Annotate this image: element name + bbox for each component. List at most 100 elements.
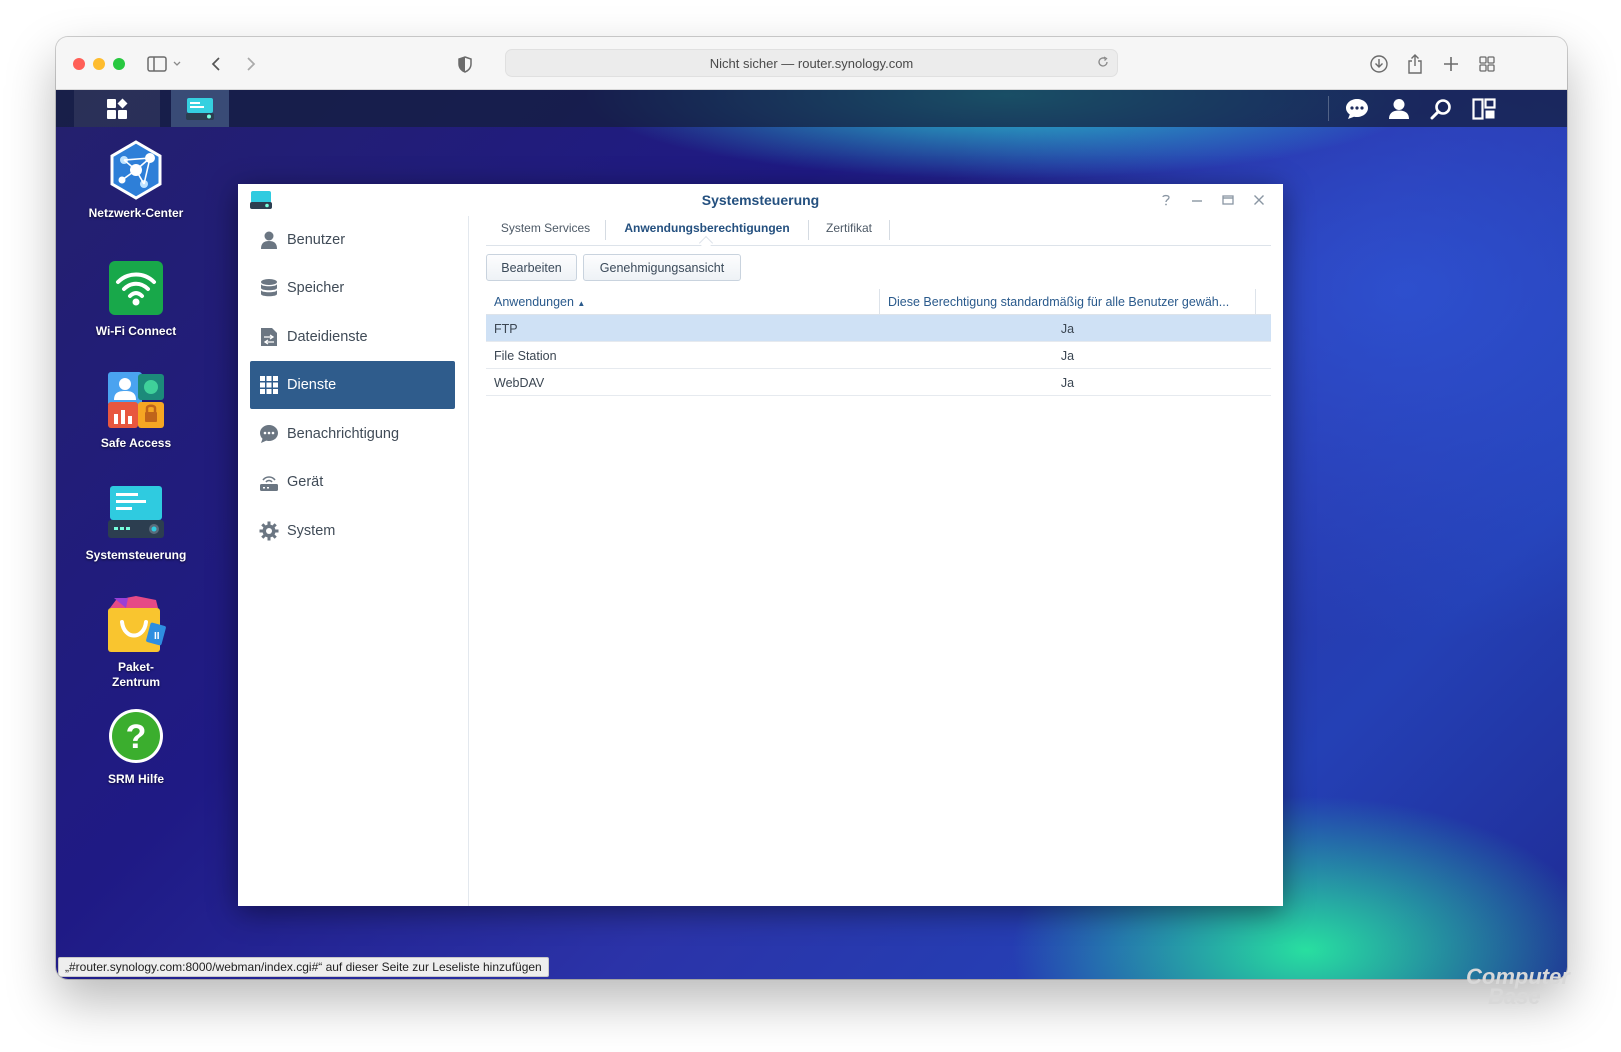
table-cell-app: WebDAV xyxy=(494,376,545,390)
sidebar-item-dateidienste[interactable]: Dateidienste xyxy=(250,313,455,361)
column-separator[interactable] xyxy=(1255,289,1256,315)
desktop-icon-srm-help[interactable]: ? SRM Hilfe xyxy=(76,706,196,787)
table-row[interactable]: WebDAV Ja xyxy=(486,369,1271,396)
chat-icon[interactable] xyxy=(1342,94,1372,124)
address-bar-text: Nicht sicher — router.synology.com xyxy=(709,55,914,71)
desktop-icon-label: Safe Access xyxy=(100,436,172,450)
sort-ascending-icon: ▲ xyxy=(577,299,586,308)
sidebar-item-dienste[interactable]: Dienste xyxy=(250,361,455,409)
browser-status-bar: „#router.synology.com:8000/webman/index.… xyxy=(58,957,549,977)
table-cell-value: Ja xyxy=(1060,376,1075,390)
desktop-icon-wifi-connect[interactable]: Wi-Fi Connect xyxy=(76,258,196,339)
safe-access-icon xyxy=(106,370,166,430)
sidebar-item-geraet[interactable]: Gerät xyxy=(250,458,455,506)
permission-view-button[interactable]: Genehmigungsansicht xyxy=(583,254,741,281)
desktop-icon-label: Paket- Zentrum xyxy=(112,660,160,689)
sidebar: Benutzer Speicher Dateidienste Dienste B… xyxy=(238,216,469,906)
file-services-icon xyxy=(258,326,280,348)
column-separator[interactable] xyxy=(879,289,880,315)
sidebar-item-label: Dienste xyxy=(287,377,337,393)
svg-text:?: ? xyxy=(126,718,147,756)
notification-icon xyxy=(258,423,280,445)
desktop-icon-control-panel[interactable]: Systemsteuerung xyxy=(76,482,196,563)
taskbar-control-panel-button[interactable] xyxy=(171,90,229,127)
sidebar-item-label: Speicher xyxy=(287,280,345,296)
maximize-button[interactable] xyxy=(1218,190,1238,210)
table-cell-value: Ja xyxy=(1060,349,1075,363)
package-center-icon: II xyxy=(106,594,166,654)
table-row[interactable]: FTP Ja xyxy=(486,315,1271,342)
tab-system-services[interactable]: System Services xyxy=(486,216,605,245)
chevron-down-icon[interactable] xyxy=(170,51,184,77)
sidebar-item-label: Benutzer xyxy=(287,232,346,248)
router-icon xyxy=(258,471,280,493)
column-header-default-permission[interactable]: Diese Berechtigung standardmäßig für all… xyxy=(888,295,1229,309)
table-cell-app: File Station xyxy=(494,349,557,363)
tab-zertifikat[interactable]: Zertifikat xyxy=(809,216,889,245)
table-header: Anwendungen ▲ Diese Berechtigung standar… xyxy=(486,289,1271,315)
close-window-button[interactable] xyxy=(73,58,85,70)
edit-button[interactable]: Bearbeiten xyxy=(486,254,577,281)
gear-icon xyxy=(258,520,280,542)
sidebar-item-system[interactable]: System xyxy=(250,507,455,555)
user-icon xyxy=(258,229,280,251)
close-button[interactable] xyxy=(1249,190,1269,210)
reload-icon[interactable] xyxy=(1097,56,1109,71)
share-icon[interactable] xyxy=(1402,51,1428,77)
svg-text:II: II xyxy=(154,631,160,642)
main-menu-button[interactable] xyxy=(74,90,160,127)
main-menu-icon xyxy=(107,98,128,119)
maximize-icon xyxy=(1222,195,1234,205)
minimize-button[interactable] xyxy=(1187,190,1207,210)
search-icon[interactable] xyxy=(1426,94,1456,124)
tab-bar: System Services Anwendungsberechtigungen… xyxy=(486,216,1271,251)
desktop-icon-safe-access[interactable]: Safe Access xyxy=(76,370,196,451)
desktop-icon-label: SRM Hilfe xyxy=(107,772,164,786)
column-header-applications[interactable]: Anwendungen ▲ xyxy=(494,295,585,309)
sidebar-toggle-icon[interactable] xyxy=(144,51,170,77)
sidebar-item-label: Gerät xyxy=(287,474,324,490)
tab-overview-icon[interactable] xyxy=(1474,51,1500,77)
sidebar-item-label: Benachrichtigung xyxy=(287,426,400,442)
watermark-logo: Computer Base xyxy=(1466,966,1570,1009)
download-icon[interactable] xyxy=(1366,51,1392,77)
browser-toolbar: Nicht sicher — router.synology.com xyxy=(56,37,1567,90)
zoom-window-button[interactable] xyxy=(113,58,125,70)
user-account-icon[interactable] xyxy=(1384,94,1414,124)
window-title: Systemsteuerung xyxy=(701,192,820,208)
sidebar-item-speicher[interactable]: Speicher xyxy=(250,264,455,312)
minimize-window-button[interactable] xyxy=(93,58,105,70)
control-panel-window: Systemsteuerung Benutzer Speicher Dateid… xyxy=(238,184,1283,906)
new-tab-icon[interactable] xyxy=(1438,51,1464,77)
sidebar-item-benutzer[interactable]: Benutzer xyxy=(250,216,455,264)
back-icon[interactable] xyxy=(203,51,229,77)
taskbar xyxy=(56,90,1567,127)
control-panel-icon xyxy=(186,97,214,120)
storage-icon xyxy=(258,277,280,299)
desktop-icon-network-center[interactable]: Netzwerk-Center xyxy=(76,140,196,221)
sidebar-item-label: Dateidienste xyxy=(287,329,368,345)
table-row[interactable]: File Station Ja xyxy=(486,342,1271,369)
help-button[interactable] xyxy=(1156,190,1176,210)
forward-icon[interactable] xyxy=(238,51,264,77)
sidebar-item-label: System xyxy=(287,523,336,539)
desktop-icon-package-center[interactable]: II Paket- Zentrum xyxy=(76,594,196,690)
taskbar-divider xyxy=(1328,96,1329,121)
table-cell-value: Ja xyxy=(1060,322,1075,336)
widgets-icon[interactable] xyxy=(1469,94,1499,124)
question-icon xyxy=(1162,194,1170,206)
desktop-icon-label: Systemsteuerung xyxy=(85,548,187,562)
wifi-connect-icon xyxy=(106,258,166,318)
column-header-label: Anwendungen xyxy=(494,295,574,309)
tab-separator xyxy=(889,220,890,240)
privacy-shield-icon[interactable] xyxy=(452,51,478,77)
address-bar[interactable]: Nicht sicher — router.synology.com xyxy=(505,49,1118,77)
control-panel-icon xyxy=(106,482,166,542)
sidebar-item-benachrichtigung[interactable]: Benachrichtigung xyxy=(250,410,455,458)
desktop-icon-label: Wi-Fi Connect xyxy=(95,324,177,338)
permissions-table: Anwendungen ▲ Diese Berechtigung standar… xyxy=(486,289,1271,396)
watermark-line: Base xyxy=(1488,984,1541,1009)
desktop-icon-label: Netzwerk-Center xyxy=(88,206,184,220)
network-center-icon xyxy=(106,140,166,200)
srm-desktop: Netzwerk-Center Wi-Fi Connect Safe Acces… xyxy=(56,90,1567,979)
